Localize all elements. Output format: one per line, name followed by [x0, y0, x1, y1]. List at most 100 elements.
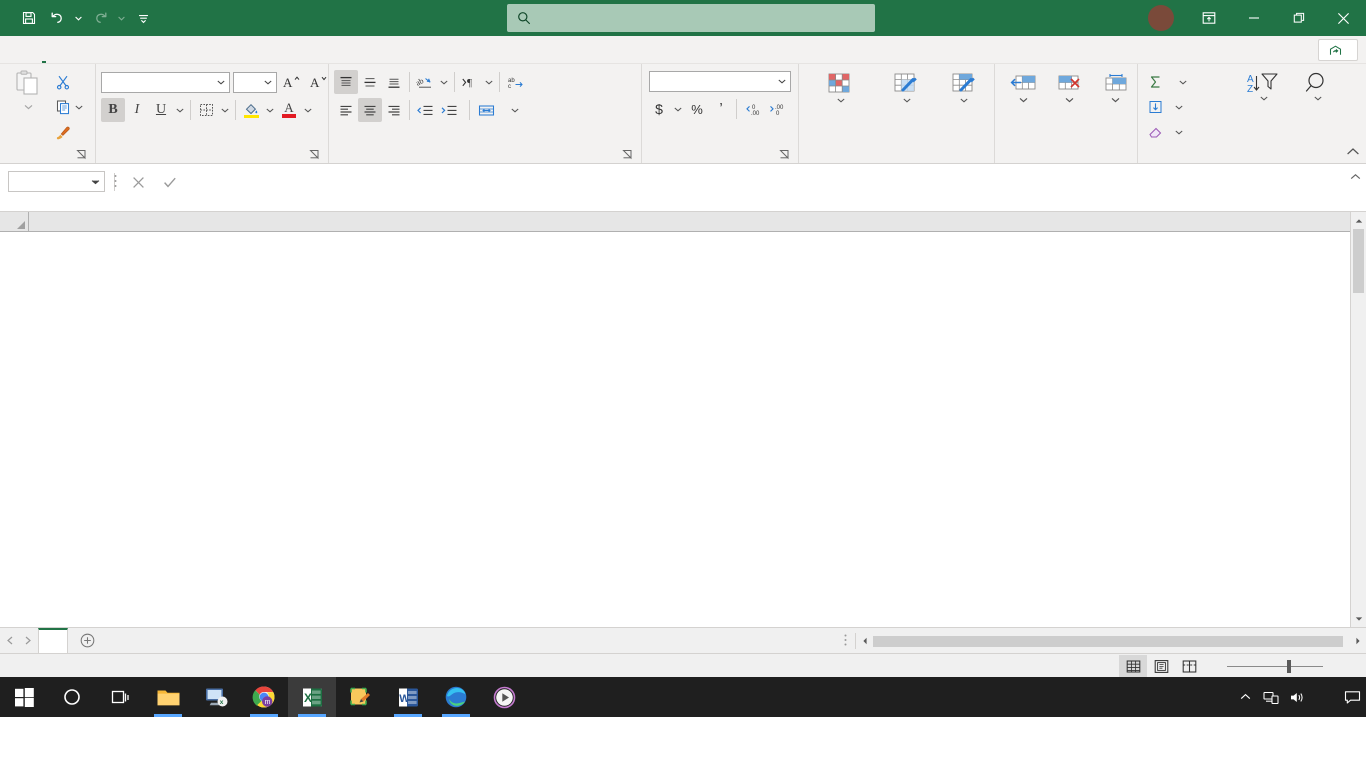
autosum-button[interactable] [1143, 70, 1235, 94]
format-cells-button[interactable] [1092, 69, 1138, 106]
formula-input[interactable] [228, 171, 1344, 174]
font-color-button[interactable]: A [277, 98, 301, 122]
horizontal-scroll-thumb[interactable] [873, 635, 1343, 647]
copy-dropdown-chevron-icon[interactable] [75, 103, 83, 112]
bottom-align-button[interactable] [382, 70, 406, 94]
align-right-button[interactable] [382, 98, 406, 122]
enter-formula-button[interactable] [154, 171, 186, 193]
tab-view[interactable] [200, 36, 224, 63]
scroll-up-button[interactable] [1350, 212, 1366, 229]
media-player-icon[interactable] [480, 677, 528, 717]
add-sheet-button[interactable] [68, 628, 107, 653]
undo-icon[interactable] [44, 5, 70, 31]
borders-dropdown-chevron-icon[interactable] [218, 106, 232, 115]
sort-and-filter-button[interactable]: AZ [1235, 70, 1289, 104]
tab-review[interactable] [176, 36, 200, 63]
middle-align-button[interactable] [358, 70, 382, 94]
scroll-right-button[interactable] [1349, 633, 1366, 649]
font-size-combo[interactable] [233, 71, 277, 93]
sheet-tab-sheet1[interactable] [38, 628, 68, 653]
clear-dropdown-chevron-icon[interactable] [1173, 128, 1183, 137]
autosum-dropdown-chevron-icon[interactable] [1173, 78, 1187, 87]
edge-icon[interactable] [432, 677, 480, 717]
network-icon[interactable] [1258, 677, 1284, 717]
customize-quick-access-icon[interactable] [130, 5, 156, 31]
page-layout-view-icon[interactable] [1147, 655, 1175, 677]
tab-data[interactable] [128, 36, 152, 63]
decrease-decimal-button[interactable]: .00 0 [764, 97, 788, 121]
word-icon[interactable]: W [384, 677, 432, 717]
ribbon-display-options-icon[interactable] [1186, 0, 1231, 36]
cell-styles-button[interactable] [937, 69, 989, 106]
share-button[interactable] [1318, 39, 1358, 61]
conditional-formatting-button[interactable] [804, 69, 874, 106]
tab-help[interactable] [224, 36, 248, 63]
next-sheet-button[interactable] [24, 634, 32, 648]
tab-insert[interactable] [56, 36, 80, 63]
delete-cells-button[interactable] [1046, 69, 1092, 106]
wrap-text-button[interactable]: ab c [503, 70, 535, 94]
alignment-dialog-launcher[interactable] [621, 149, 634, 162]
search-input[interactable] [507, 4, 875, 32]
italic-button[interactable]: I [125, 98, 149, 122]
start-button[interactable] [0, 677, 48, 717]
volume-icon[interactable] [1284, 677, 1310, 717]
font-color-dropdown-chevron-icon[interactable] [301, 106, 315, 115]
tab-developer[interactable] [152, 36, 176, 63]
align-center-button[interactable] [358, 98, 382, 122]
underline-button[interactable]: U [149, 98, 173, 122]
tab-page-layout[interactable] [80, 36, 104, 63]
text-direction-dropdown-chevron-icon[interactable] [482, 78, 496, 87]
orientation-button[interactable]: ab [413, 70, 437, 94]
close-button[interactable] [1321, 0, 1366, 36]
zoom-thumb[interactable] [1287, 659, 1291, 673]
page-break-preview-icon[interactable] [1175, 655, 1203, 677]
increase-decimal-button[interactable]: 0.00 [740, 97, 764, 121]
merge-center-dropdown-chevron-icon[interactable] [505, 106, 519, 115]
expand-formula-bar-button[interactable] [1344, 171, 1366, 181]
tab-formulas[interactable] [104, 36, 128, 63]
format-painter-button[interactable] [51, 120, 75, 144]
action-center-icon[interactable] [1338, 677, 1366, 717]
accounting-format-button[interactable]: $ [647, 97, 671, 121]
number-dialog-launcher[interactable] [778, 149, 791, 162]
fill-button[interactable] [1143, 95, 1235, 119]
select-all-button[interactable] [0, 212, 29, 231]
orientation-dropdown-chevron-icon[interactable] [437, 78, 451, 87]
file-explorer-icon[interactable] [144, 677, 192, 717]
accounting-dropdown-chevron-icon[interactable] [671, 105, 685, 114]
tab-file[interactable] [8, 36, 32, 63]
remote-desktop-icon[interactable]: x [192, 677, 240, 717]
name-box[interactable] [8, 171, 105, 192]
horizontal-scrollbar[interactable] [855, 633, 1366, 649]
restore-button[interactable] [1276, 0, 1321, 36]
insert-function-button[interactable] [186, 171, 218, 193]
avatar[interactable] [1148, 5, 1174, 31]
find-and-select-button[interactable] [1289, 70, 1343, 104]
show-hidden-icons-button[interactable] [1232, 677, 1258, 717]
font-dialog-launcher[interactable] [308, 149, 321, 162]
scroll-down-button[interactable] [1350, 610, 1366, 627]
cortana-search-icon[interactable] [48, 677, 96, 717]
chrome-icon[interactable]: m [240, 677, 288, 717]
clipboard-dialog-launcher[interactable] [75, 149, 88, 162]
normal-view-icon[interactable] [1119, 655, 1147, 677]
split-handle[interactable] [836, 633, 855, 650]
previous-sheet-button[interactable] [6, 634, 14, 648]
copy-button[interactable] [51, 95, 75, 119]
task-view-icon[interactable] [96, 677, 144, 717]
cancel-formula-button[interactable] [122, 171, 154, 193]
top-align-button[interactable] [334, 70, 358, 94]
zoom-slider[interactable] [1203, 659, 1347, 673]
collapse-ribbon-button[interactable] [1346, 146, 1360, 161]
insert-cells-button[interactable] [1000, 69, 1046, 106]
zoom-track[interactable] [1227, 659, 1323, 673]
decrease-indent-button[interactable] [413, 98, 437, 122]
merge-and-center-button[interactable] [473, 98, 524, 122]
excel-icon[interactable]: X [288, 677, 336, 717]
fill-dropdown-chevron-icon[interactable] [1173, 103, 1183, 112]
clear-button[interactable] [1143, 120, 1235, 144]
comma-format-button[interactable]: ’ [709, 97, 733, 121]
increase-font-size-button[interactable]: A [280, 70, 304, 94]
decrease-font-size-button[interactable]: A [307, 70, 331, 94]
